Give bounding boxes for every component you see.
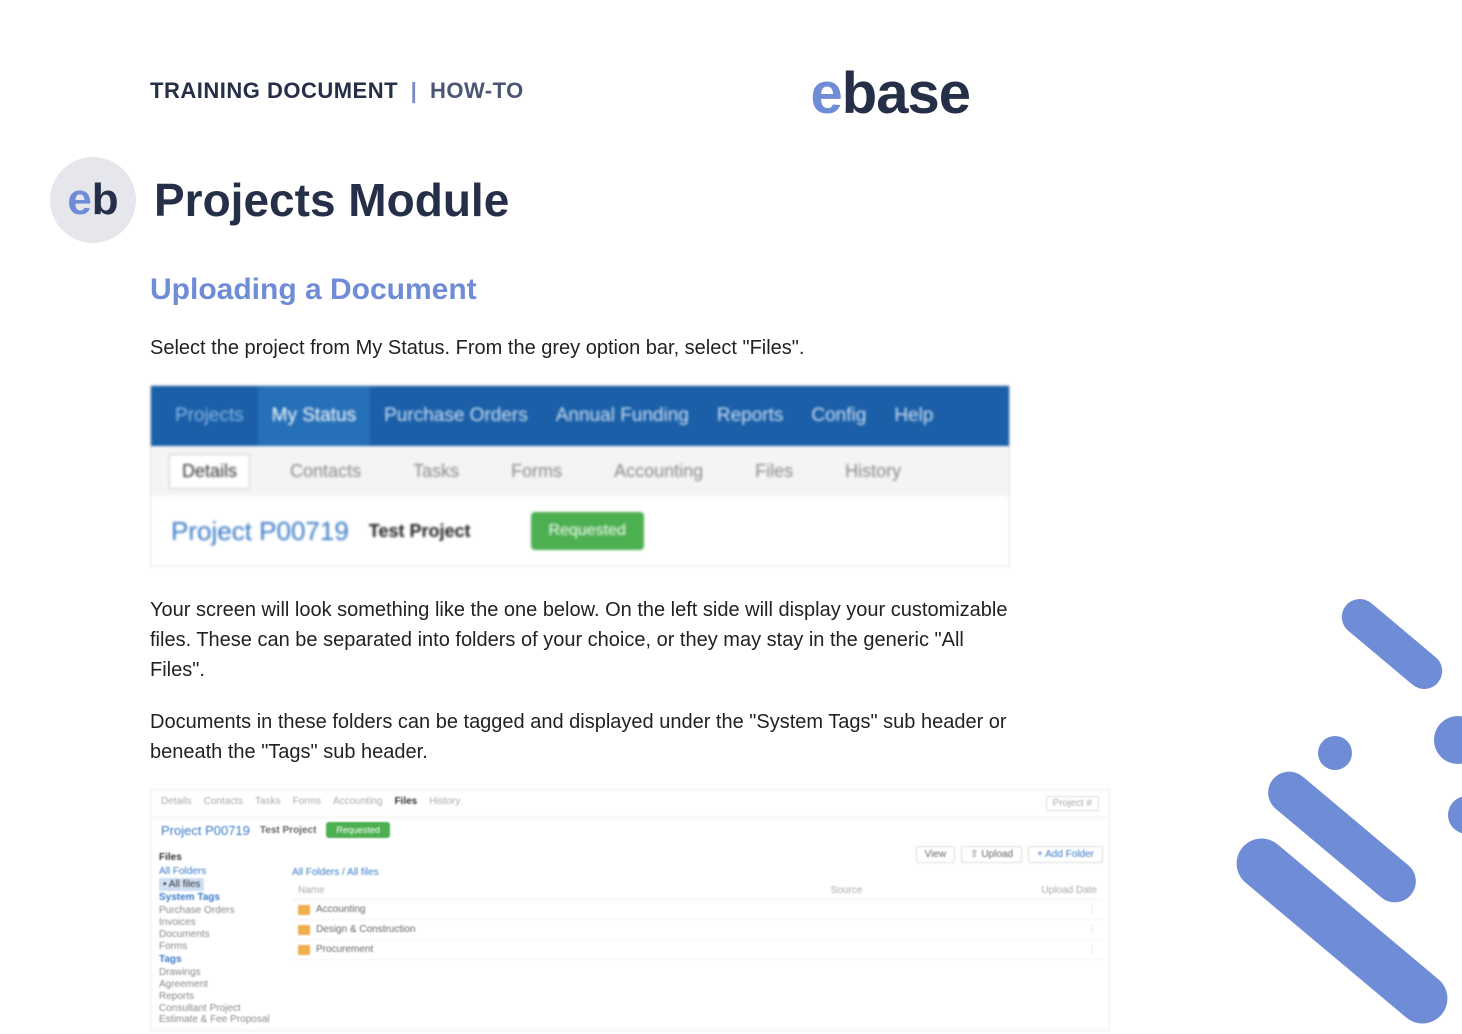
nav-config[interactable]: Config bbox=[797, 386, 880, 446]
nav-projects[interactable]: Projects bbox=[161, 386, 258, 446]
screenshot-files: Details Contacts Tasks Forms Accounting … bbox=[150, 789, 1110, 1031]
col-name: Name bbox=[298, 885, 831, 896]
page-title: Projects Module bbox=[154, 173, 509, 227]
s2-tab-details[interactable]: Details bbox=[161, 796, 192, 811]
circle-b: b bbox=[92, 175, 119, 225]
s2-project-id: Project P00719 bbox=[161, 823, 250, 838]
view-button[interactable]: View bbox=[916, 846, 956, 863]
tag-consultant[interactable]: Consultant Project Estimate & Fee Propos… bbox=[159, 1003, 278, 1025]
circle-e: e bbox=[67, 175, 91, 225]
title-row: eb Projects Module bbox=[50, 157, 1010, 243]
all-folders-link[interactable]: All Folders bbox=[159, 866, 278, 877]
tagline-left: TRAINING DOCUMENT bbox=[150, 78, 398, 103]
s2-tab-accounting[interactable]: Accounting bbox=[333, 796, 382, 811]
status-badge: Requested bbox=[531, 512, 644, 550]
s2-tab-history[interactable]: History bbox=[429, 796, 460, 811]
table-row[interactable]: Accounting ⋮ bbox=[292, 900, 1103, 920]
tag-agreement[interactable]: Agreement bbox=[159, 979, 278, 990]
col-upload-date: Upload Date bbox=[964, 885, 1097, 896]
row-menu-icon[interactable]: ⋮ bbox=[964, 924, 1097, 935]
files-header: Files bbox=[159, 852, 278, 863]
nav-annual-funding[interactable]: Annual Funding bbox=[542, 386, 703, 446]
all-files-selected[interactable]: • All files bbox=[159, 878, 204, 891]
breadcrumb: All Folders / All files bbox=[292, 867, 1103, 878]
tab-tasks[interactable]: Tasks bbox=[401, 455, 471, 488]
tab-forms[interactable]: Forms bbox=[499, 455, 574, 488]
logo-e: e bbox=[811, 61, 842, 126]
tags-header: Tags bbox=[159, 954, 278, 965]
tab-accounting[interactable]: Accounting bbox=[602, 455, 715, 488]
systag-invoices[interactable]: Invoices bbox=[159, 917, 278, 928]
logo-rest: base bbox=[842, 61, 970, 126]
s2-tab-forms[interactable]: Forms bbox=[293, 796, 321, 811]
doc-tagline: TRAINING DOCUMENT | HOW-TO bbox=[150, 78, 524, 104]
folder-icon bbox=[298, 945, 310, 955]
row-menu-icon[interactable]: ⋮ bbox=[964, 944, 1097, 955]
tab-contacts[interactable]: Contacts bbox=[278, 455, 373, 488]
tag-reports[interactable]: Reports bbox=[159, 991, 278, 1002]
row-name: Accounting bbox=[316, 904, 365, 915]
tagline-sep: | bbox=[405, 78, 424, 103]
intro-para-1: Select the project from My Status. From … bbox=[150, 333, 1010, 363]
row-name: Procurement bbox=[316, 944, 373, 955]
eb-circle-icon: eb bbox=[50, 157, 136, 243]
decorative-dots bbox=[1092, 606, 1462, 1006]
upload-button[interactable]: ⇧ Upload bbox=[961, 846, 1022, 863]
brand-logo: ebase bbox=[811, 60, 970, 127]
s2-tab-tasks[interactable]: Tasks bbox=[255, 796, 281, 811]
systag-forms[interactable]: Forms bbox=[159, 941, 278, 952]
s2-tabs: Details Contacts Tasks Forms Accounting … bbox=[161, 796, 460, 811]
folder-icon bbox=[298, 925, 310, 935]
project-header-row: Project P00719 Test Project Requested bbox=[151, 496, 1009, 566]
files-table-header: Name Source Upload Date bbox=[292, 882, 1103, 900]
row-menu-icon[interactable]: ⋮ bbox=[964, 904, 1097, 915]
s2-tab-files[interactable]: Files bbox=[394, 796, 417, 811]
s2-project-name: Test Project bbox=[260, 825, 317, 836]
s2-tab-contacts[interactable]: Contacts bbox=[204, 796, 243, 811]
files-toolbar: View ⇧ Upload + Add Folder bbox=[292, 846, 1103, 863]
tab-files[interactable]: Files bbox=[743, 455, 805, 488]
project-id: Project P00719 bbox=[171, 516, 349, 547]
project-name: Test Project bbox=[369, 521, 471, 542]
systag-purchase-orders[interactable]: Purchase Orders bbox=[159, 905, 278, 916]
col-source: Source bbox=[831, 885, 964, 896]
s2-project-row: Project P00719 Test Project Requested bbox=[151, 818, 1109, 842]
table-row[interactable]: Design & Construction ⋮ bbox=[292, 920, 1103, 940]
tab-details[interactable]: Details bbox=[169, 454, 250, 489]
screenshot-nav: Projects My Status Purchase Orders Annua… bbox=[150, 385, 1010, 567]
main-nav: Projects My Status Purchase Orders Annua… bbox=[151, 386, 1009, 446]
doc-header: TRAINING DOCUMENT | HOW-TO ebase bbox=[150, 60, 1010, 127]
nav-help[interactable]: Help bbox=[880, 386, 947, 446]
s2-status-badge: Requested bbox=[326, 822, 390, 838]
folder-icon bbox=[298, 905, 310, 915]
table-row[interactable]: Procurement ⋮ bbox=[292, 940, 1103, 960]
tag-drawings[interactable]: Drawings bbox=[159, 967, 278, 978]
system-tags-header: System Tags bbox=[159, 892, 278, 903]
nav-purchase-orders[interactable]: Purchase Orders bbox=[370, 386, 542, 446]
section-title: Uploading a Document bbox=[150, 273, 1010, 307]
files-main: View ⇧ Upload + Add Folder All Folders /… bbox=[286, 842, 1109, 1030]
sub-nav: Details Contacts Tasks Forms Accounting … bbox=[151, 446, 1009, 496]
files-sidebar: Files All Folders • All files System Tag… bbox=[151, 842, 286, 1030]
nav-my-status[interactable]: My Status bbox=[258, 386, 370, 446]
systag-documents[interactable]: Documents bbox=[159, 929, 278, 940]
tagline-right: HOW-TO bbox=[430, 78, 524, 103]
intro-para-2: Your screen will look something like the… bbox=[150, 595, 1010, 685]
s2-topbar: Details Contacts Tasks Forms Accounting … bbox=[151, 790, 1109, 818]
intro-para-3: Documents in these folders can be tagged… bbox=[150, 707, 1010, 767]
nav-reports[interactable]: Reports bbox=[703, 386, 798, 446]
project-number-pill: Project # bbox=[1046, 796, 1099, 811]
row-name: Design & Construction bbox=[316, 924, 416, 935]
tab-history[interactable]: History bbox=[833, 455, 913, 488]
